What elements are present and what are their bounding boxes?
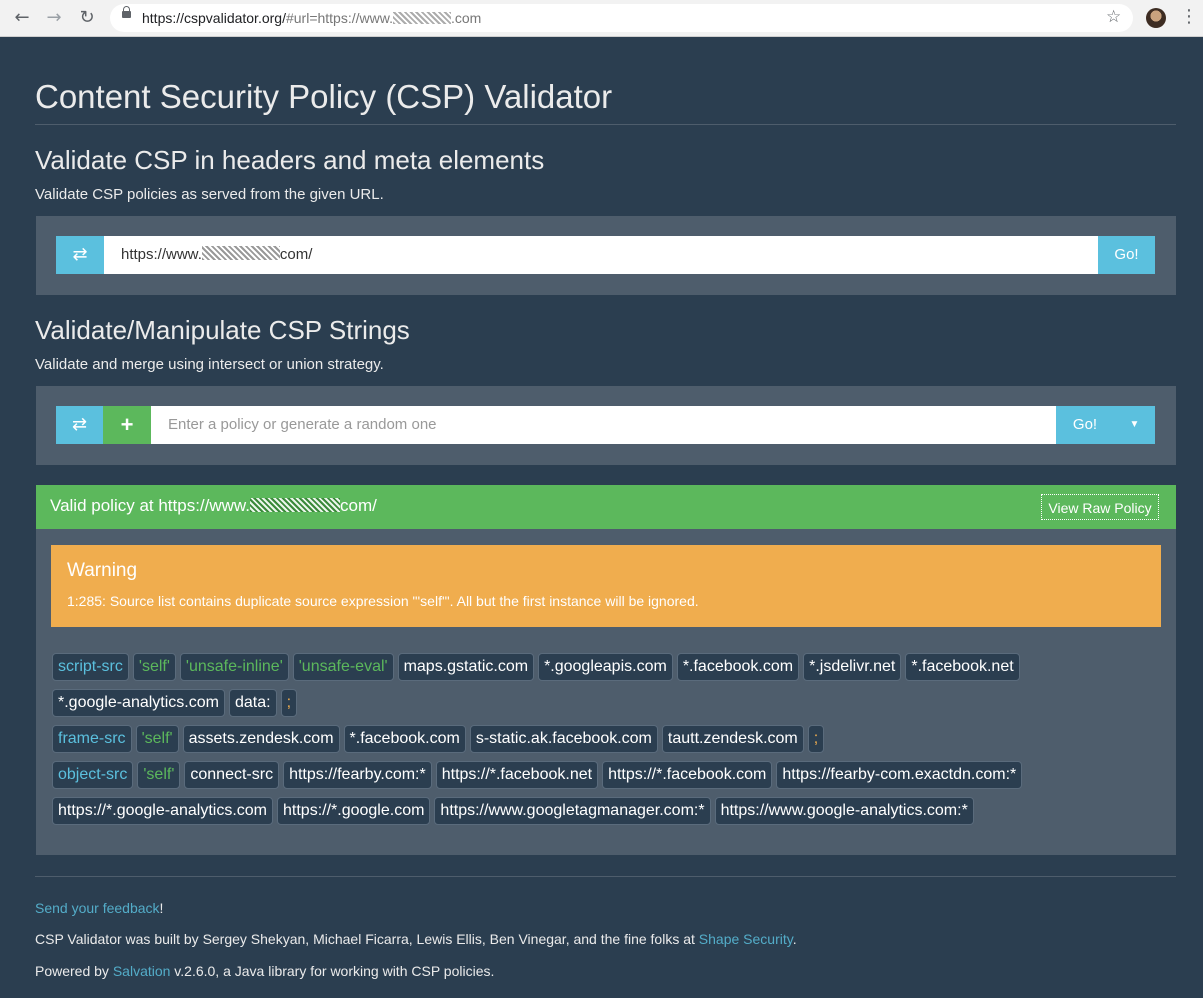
source-token: maps.gstatic.com [397,653,535,681]
source-token: assets.zendesk.com [182,725,340,753]
shuffle-icon: ⇄ [71,414,88,435]
go-policy-button[interactable]: Go! [1056,406,1114,444]
source-token: https://www.googletagmanager.com:* [434,797,711,825]
directive-token: frame-src [52,725,132,753]
add-policy-button[interactable]: + [103,406,151,444]
plus-icon: + [120,412,134,437]
source-token: https://*.facebook.net [435,761,599,789]
directive-token: script-src [52,653,129,681]
powered-prefix: Powered by [35,963,113,979]
keyword-token: 'self' [137,761,181,789]
policy-token-row: script-src'self''unsafe-inline''unsafe-e… [52,653,1024,681]
source-token: *.facebook.com [676,653,800,681]
redacted-domain [392,12,451,24]
result-title-suffix: com/ [340,496,377,515]
source-token: https://fearby.com:* [283,761,432,789]
star-icon[interactable]: ☆ [1106,7,1121,27]
source-token: *.jsdelivr.net [803,653,902,681]
directive-token: object-src [52,761,134,789]
forward-arrow-icon[interactable]: → [44,8,64,28]
salvation-link[interactable]: Salvation [113,963,171,979]
keyword-token: 'unsafe-inline' [179,653,289,681]
result-title: Valid policy at https://www. com/ [50,496,377,516]
result-panel: Valid policy at https://www. com/ View Ra… [36,485,1176,855]
address-url[interactable]: https://cspvalidator.org/#url=https://ww… [142,10,481,26]
source-token: *.facebook.com [343,725,466,753]
caret-down-icon: ▼ [1129,419,1140,430]
footer-divider [35,876,1176,877]
feedback-link[interactable]: Send your feedback [35,900,160,916]
credits-text: CSP Validator was built by Sergey Shekya… [35,931,699,947]
warning-message: 1:285: Source list contains duplicate so… [67,593,699,609]
browser-toolbar: ← → ↻ https://cspvalidator.org/#url=http… [0,0,1203,37]
feedback-tail: ! [159,900,164,916]
source-token: tautt.zendesk.com [661,725,804,753]
policy-input[interactable]: Enter a policy or generate a random one [151,406,1056,444]
shuffle-policy-button[interactable]: ⇄ [56,406,103,444]
credits-line: CSP Validator was built by Sergey Shekya… [35,931,797,947]
csp-string-panel: ⇄ + Enter a policy or generate a random … [36,386,1176,465]
section1-heading: Validate CSP in headers and meta element… [35,145,545,175]
source-token: https://www.google-analytics.com:* [714,797,974,825]
warning-alert: Warning 1:285: Source list contains dupl… [51,545,1161,627]
section1-subtitle: Validate CSP policies as served from the… [35,186,384,203]
source-token: *.googleapis.com [538,653,673,681]
policy-token-row: https://*.google-analytics.com https://*.… [52,797,978,825]
feedback-line: Send your feedback! [35,900,163,916]
shuffle-icon: ⇄ [72,244,88,265]
url-host: https://cspvalidator.org/ [142,10,286,26]
section2-subtitle: Validate and merge using intersect or un… [35,356,384,373]
source-token: https://*.google-analytics.com [52,797,273,825]
separator-token: ; [807,725,825,753]
shuffle-url-button[interactable]: ⇄ [56,236,104,274]
avatar[interactable] [1146,8,1166,28]
source-token: connect-src [184,761,280,789]
redacted-domain [250,498,340,512]
keyword-token: 'unsafe-eval' [292,653,394,681]
warning-title: Warning [67,560,138,581]
source-token: https://*.google.com [277,797,431,825]
reload-icon[interactable]: ↻ [77,8,97,28]
url-input-suffix: com/ [279,246,313,263]
powered-line: Powered by Salvation v.2.6.0, a Java lib… [35,963,494,979]
title-divider [35,124,1176,125]
view-raw-policy-button[interactable]: View Raw Policy [1041,494,1159,520]
source-token: https://*.facebook.com [602,761,773,789]
menu-icon[interactable]: ⋮ [1180,6,1198,27]
url-input[interactable]: https://www. com/ [104,236,1098,274]
url-validate-panel: ⇄ https://www. com/ Go! [36,216,1176,295]
source-token: *.facebook.net [905,653,1020,681]
policy-token-row: object-src'self' connect-src https://fearb… [52,761,1026,789]
url-tld: .com [450,10,482,26]
source-token: data: [228,689,277,717]
powered-tail: v.2.6.0, a Java library for working with… [170,963,495,979]
credits-tail: . [792,931,797,947]
result-title-prefix: Valid policy at https://www. [50,496,250,515]
source-token: *.google-analytics.com [52,689,225,717]
keyword-token: 'self' [132,653,176,681]
url-input-prefix: https://www. [121,246,202,263]
result-header: Valid policy at https://www. com/ View Ra… [36,485,1176,529]
strategy-dropdown-toggle[interactable]: ▼ [1114,406,1155,444]
redacted-domain [201,246,280,260]
address-bar[interactable]: https://cspvalidator.org/#url=https://ww… [110,4,1133,32]
source-token: s-static.ak.facebook.com [469,725,658,753]
go-url-button[interactable]: Go! [1098,236,1155,274]
back-arrow-icon[interactable]: ← [12,8,32,28]
page-title: Content Security Policy (CSP) Validator [35,78,613,115]
separator-token: ; [280,689,298,717]
source-token: https://fearby-com.exactdn.com:* [776,761,1023,789]
keyword-token: 'self' [135,725,179,753]
lock-icon [122,6,131,18]
section2-heading: Validate/Manipulate CSP Strings [35,315,410,345]
url-fragment: #url=https://www. [285,10,393,26]
shape-security-link[interactable]: Shape Security [699,931,793,947]
policy-token-row: frame-src'self' assets.zendesk.com *.faceb… [52,725,828,753]
policy-token-row: *.google-analytics.com data:; [52,689,301,717]
